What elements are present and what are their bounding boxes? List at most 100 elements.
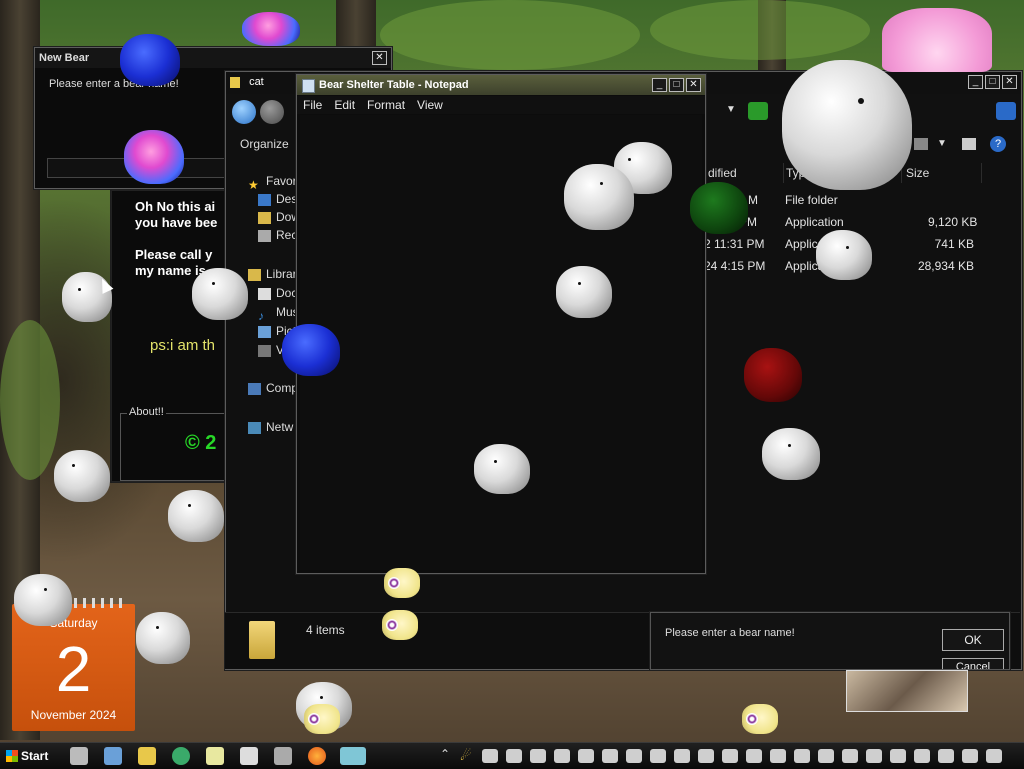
bear-eye [212, 282, 215, 285]
row-type[interactable]: Application [785, 213, 844, 231]
close-button[interactable]: ✕ [686, 78, 701, 92]
taskbar-app-icon[interactable] [70, 747, 88, 765]
close-button[interactable]: ✕ [372, 51, 387, 65]
calendar-month-year: November 2024 [30, 708, 117, 722]
white-bear-sprite [816, 230, 872, 280]
tray-icon[interactable] [698, 749, 714, 763]
minimize-button[interactable]: _ [968, 75, 983, 89]
tree-label: Librar [266, 267, 297, 281]
tray-icon[interactable] [890, 749, 906, 763]
tray-icon[interactable] [626, 749, 642, 763]
tray-icon[interactable] [818, 749, 834, 763]
recent-places-icon [258, 229, 271, 242]
row-modified: 2 11:31 PM [704, 237, 765, 251]
music-icon: ♪ [258, 308, 264, 323]
folder-icon[interactable] [138, 747, 156, 765]
maximize-button[interactable]: □ [669, 78, 684, 92]
tray-icon[interactable] [506, 749, 522, 763]
tree-label: Doc [276, 286, 298, 300]
tray-icon[interactable] [866, 749, 882, 763]
documents-icon [258, 287, 271, 300]
browser-icon[interactable] [172, 747, 190, 765]
bear-eye [78, 288, 81, 291]
taskbar-app-icon[interactable] [274, 747, 292, 765]
tray-icon[interactable] [794, 749, 810, 763]
tray-icon[interactable] [938, 749, 954, 763]
bear-eye [320, 696, 323, 699]
view-options-icon[interactable] [914, 138, 928, 150]
white-bear-sprite [564, 164, 634, 230]
tray-icon[interactable] [962, 749, 978, 763]
tree-item-computer[interactable]: Comp [248, 379, 298, 397]
view-dropdown-icon[interactable]: ▼ [937, 138, 947, 149]
tree-item-recent[interactable]: Rec [258, 226, 297, 244]
back-button[interactable] [232, 100, 256, 124]
sheep-sprite [384, 568, 420, 598]
menu-file[interactable]: File [297, 96, 328, 114]
tree-item-music[interactable]: ♪ Mus [258, 303, 299, 323]
help-icon[interactable]: ? [990, 136, 1006, 152]
minimize-button[interactable]: _ [652, 78, 667, 92]
tray-icon[interactable] [602, 749, 618, 763]
tray-icon[interactable] [530, 749, 546, 763]
refresh-button[interactable] [748, 102, 768, 120]
bear-eye [788, 444, 791, 447]
taskbar-app-icon[interactable] [240, 747, 258, 765]
item-count: 4 items [306, 623, 345, 637]
white-bear-sprite [192, 268, 248, 320]
tray-icon[interactable] [482, 749, 498, 763]
tray-icon[interactable] [722, 749, 738, 763]
bear-eye [156, 626, 159, 629]
foliage [380, 0, 640, 70]
tree-item-favorites[interactable]: ★ Favor [248, 172, 297, 192]
search-icon[interactable] [996, 102, 1016, 120]
organize-label: Organize [240, 137, 289, 151]
new-bear-titlebar[interactable]: New Bear [35, 48, 391, 68]
tree-item-downloads[interactable]: Dow [258, 208, 300, 226]
tray-icon[interactable] [914, 749, 930, 763]
maximize-button[interactable]: □ [985, 75, 1000, 89]
tray-icon[interactable] [842, 749, 858, 763]
tray-icon[interactable]: ☄ [460, 748, 472, 764]
ok-button[interactable]: OK [942, 629, 1004, 651]
about-label: About!! [127, 406, 166, 418]
menu-edit[interactable]: Edit [328, 96, 361, 114]
tree-item-network[interactable]: Netw [248, 418, 293, 436]
column-size[interactable]: Size [902, 163, 982, 183]
forward-button[interactable] [260, 100, 284, 124]
column-date-modified[interactable]: dified [704, 163, 784, 183]
tray-icon[interactable] [770, 749, 786, 763]
notepad-titlebar[interactable]: Bear Shelter Table - Notepad [297, 75, 705, 95]
tree-item-libraries[interactable]: Librar [248, 265, 297, 283]
tray-icon[interactable] [674, 749, 690, 763]
menu-format[interactable]: Format [361, 96, 411, 114]
menu-view[interactable]: View [411, 96, 449, 114]
preview-pane-icon[interactable] [962, 138, 976, 150]
address-dropdown-icon[interactable]: ▼ [726, 104, 736, 115]
notepad-icon[interactable] [206, 747, 224, 765]
tray-icon[interactable] [650, 749, 666, 763]
tray-icon[interactable] [746, 749, 762, 763]
row-type[interactable]: File folder [785, 191, 838, 209]
taskbar-app-icon[interactable] [340, 747, 366, 765]
tray-icon[interactable] [554, 749, 570, 763]
computer-icon [248, 382, 261, 395]
foliage [0, 320, 60, 480]
cancel-button[interactable]: Cancel [942, 658, 1004, 669]
bear-eye [72, 464, 75, 467]
tree-item-documents[interactable]: Doc [258, 284, 297, 302]
taskbar-app-icon[interactable] [104, 747, 122, 765]
row-modified: M [748, 193, 758, 207]
row-size: 28,934 KB [917, 259, 974, 273]
tray-expand-icon[interactable]: ⌃ [440, 747, 450, 761]
tray-icon[interactable] [578, 749, 594, 763]
firefox-icon[interactable] [308, 747, 326, 765]
white-bear-sprite [168, 490, 224, 542]
bear-eye [578, 282, 581, 285]
close-button[interactable]: ✕ [1002, 75, 1017, 89]
start-button[interactable]: Start [2, 746, 56, 766]
bear-eye [628, 158, 631, 161]
tray-icon[interactable] [986, 749, 1002, 763]
bear-eye [846, 246, 849, 249]
red-bear-sprite [744, 348, 802, 402]
